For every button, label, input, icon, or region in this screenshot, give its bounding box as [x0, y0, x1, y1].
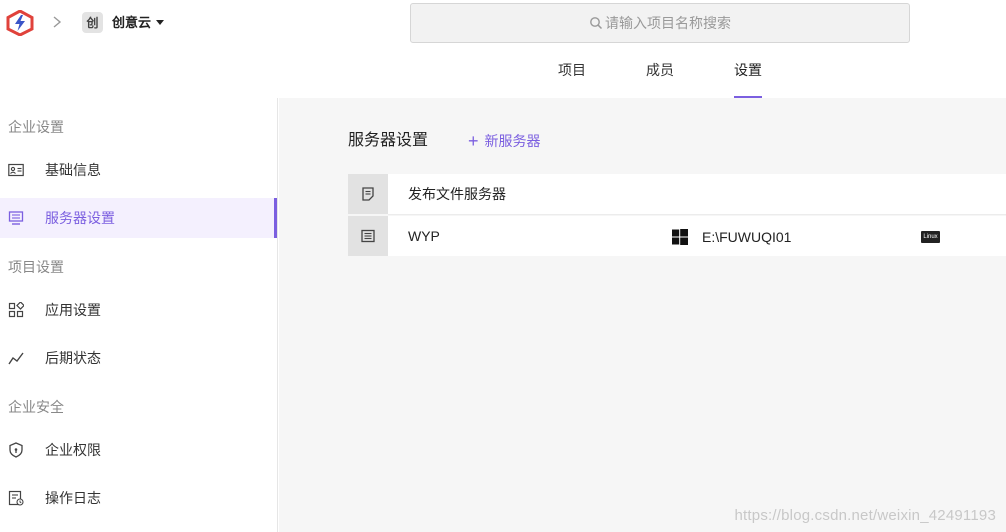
id-card-icon	[8, 163, 24, 177]
document-icon	[348, 174, 388, 214]
watermark-text: https://blog.csdn.net/weixin_42491193	[734, 507, 996, 524]
windows-icon	[672, 229, 688, 245]
page-title: 服务器设置	[348, 132, 429, 149]
tab-settings[interactable]: 设置	[734, 60, 762, 80]
chevron-right-icon	[53, 16, 62, 28]
app-logo-icon[interactable]	[6, 10, 34, 36]
sidebar-item-label: 企业权限	[45, 442, 101, 458]
sidebar-item-label: 应用设置	[45, 302, 101, 318]
settings-sidebar: 企业设置 基础信息 服务器设置 项目设置 应用设置 后期状态 企业安全 企业权限…	[0, 98, 278, 532]
trend-line-icon	[8, 352, 24, 365]
sidebar-item-label: 操作日志	[45, 490, 101, 506]
server-row[interactable]: 发布文件服务器	[348, 174, 1006, 214]
search-placeholder: 请输入项目名称搜索	[605, 15, 731, 31]
add-server-button[interactable]: + 新服务器	[468, 131, 541, 151]
server-name: 发布文件服务器	[408, 186, 506, 202]
log-icon	[8, 490, 24, 506]
tab-members[interactable]: 成员	[646, 60, 674, 80]
plus-icon: +	[468, 131, 479, 151]
shield-icon	[9, 442, 23, 458]
project-search-input[interactable]: 请输入项目名称搜索	[410, 3, 910, 43]
tab-projects[interactable]: 项目	[558, 60, 586, 80]
search-icon	[590, 17, 603, 30]
sidebar-item-server-settings[interactable]: 服务器设置	[0, 198, 277, 238]
row-divider	[388, 214, 1006, 215]
server-list-icon	[348, 216, 388, 256]
sidebar-item-post-status[interactable]: 后期状态	[0, 338, 277, 378]
sidebar-item-label: 服务器设置	[45, 210, 115, 226]
add-server-label: 新服务器	[484, 133, 541, 149]
org-avatar[interactable]: 创	[82, 12, 103, 33]
apps-grid-icon	[8, 302, 24, 318]
group-label-enterprise-settings: 企业设置	[8, 119, 64, 135]
sidebar-item-app-settings[interactable]: 应用设置	[0, 290, 277, 330]
group-label-enterprise-security: 企业安全	[8, 399, 64, 415]
org-switcher-label[interactable]: 创意云	[112, 13, 151, 33]
server-monitor-icon	[8, 211, 24, 225]
main-content	[279, 98, 1006, 532]
caret-down-icon[interactable]	[156, 20, 164, 25]
server-row[interactable]: WYP E:\FUWUQI01 Linux	[348, 216, 1006, 256]
sidebar-item-basic-info[interactable]: 基础信息	[0, 150, 277, 190]
sidebar-item-enterprise-permissions[interactable]: 企业权限	[0, 430, 277, 470]
group-label-project-settings: 项目设置	[8, 259, 64, 275]
sidebar-item-label: 后期状态	[45, 350, 101, 366]
linux-badge: Linux	[921, 231, 940, 243]
sidebar-item-label: 基础信息	[45, 162, 101, 178]
server-name: WYP	[408, 228, 440, 244]
server-path: E:\FUWUQI01	[702, 229, 792, 245]
sidebar-item-operation-log[interactable]: 操作日志	[0, 478, 277, 518]
